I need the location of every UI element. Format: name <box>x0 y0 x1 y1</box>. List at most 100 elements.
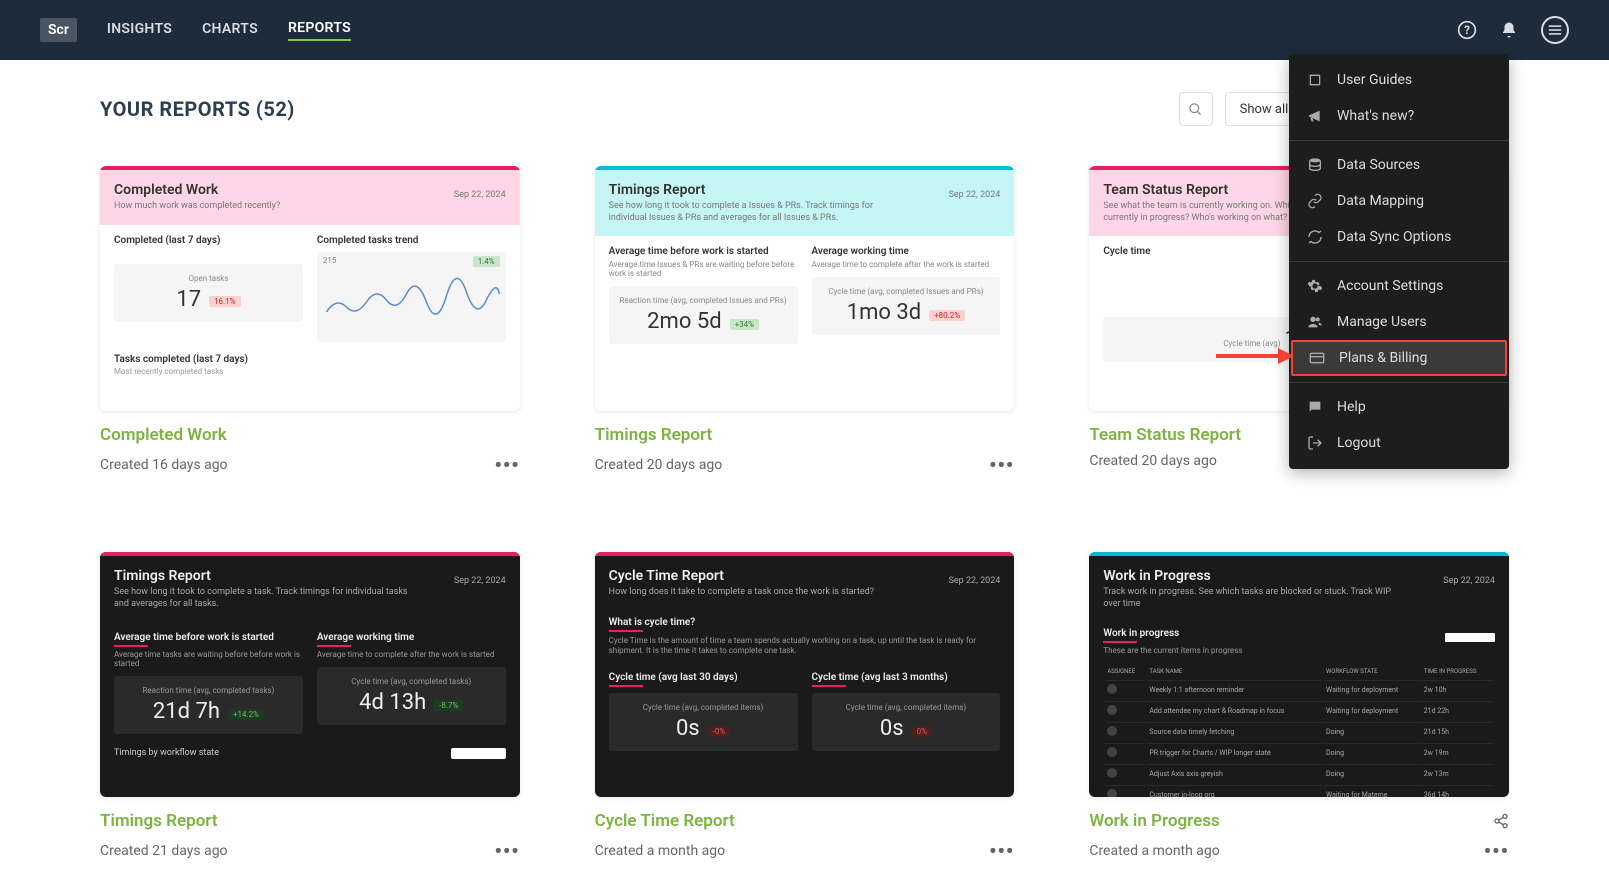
menu-label: Account Settings <box>1337 278 1443 294</box>
menu-label: Data Sources <box>1337 157 1420 173</box>
menu-label: Data Mapping <box>1337 193 1424 209</box>
main-dropdown-menu: User Guides What's new? Data Sources Dat… <box>1289 54 1509 469</box>
report-title: Cycle Time Report <box>595 811 1015 831</box>
menu-manage-users[interactable]: Manage Users <box>1289 304 1509 340</box>
header-right: ? <box>1457 16 1569 44</box>
app-header: Scr INSIGHTS CHARTS REPORTS ? <box>0 0 1609 60</box>
report-meta: Created a month ago <box>595 843 725 859</box>
report-card-wip[interactable]: Work in Progress Track work in progress.… <box>1089 552 1509 863</box>
preview-section-title: Average time before work is started <box>609 246 798 257</box>
preview-section-title: Average working time <box>812 246 1001 257</box>
header-left: Scr INSIGHTS CHARTS REPORTS <box>40 18 351 42</box>
share-icon[interactable] <box>1493 813 1509 829</box>
preview-box-label: Cycle time (avg, completed items) <box>820 703 993 712</box>
menu-plans-billing[interactable]: Plans & Billing <box>1291 340 1507 376</box>
preview-box-label: Cycle time (avg, completed tasks) <box>325 677 498 686</box>
menu-label: Help <box>1337 399 1366 415</box>
menu-logout[interactable]: Logout <box>1289 425 1509 461</box>
preview-box-value: 2mo 5d <box>647 309 721 334</box>
preview-section-title: Completed (last 7 days) <box>114 235 303 246</box>
more-button[interactable]: ••• <box>494 453 519 477</box>
report-card-timings-dark[interactable]: Timings Report See how long it took to c… <box>100 552 520 863</box>
preview-badge: 0% <box>912 726 932 737</box>
col-task: TASK NAME <box>1147 665 1322 678</box>
page-title: YOUR REPORTS (52) <box>100 97 295 121</box>
nav-insights[interactable]: INSIGHTS <box>107 21 172 40</box>
wip-section-title: Work in progress <box>1103 628 1179 643</box>
svg-text:?: ? <box>1464 23 1470 37</box>
preview-section-sub: Average time Issues & PRs are waiting be… <box>609 260 798 278</box>
menu-help[interactable]: Help <box>1289 389 1509 425</box>
preview-header: Timings Report See how long it took to c… <box>595 170 1015 236</box>
link-icon <box>1307 193 1323 209</box>
logout-icon <box>1307 435 1323 451</box>
preview-subtitle: How long does it take to complete a task… <box>609 587 903 599</box>
menu-data-sources[interactable]: Data Sources <box>1289 147 1509 183</box>
preview-box-label: Reaction time (avg, completed tasks) <box>122 686 295 695</box>
report-meta: Created 16 days ago <box>100 457 228 473</box>
nav-charts[interactable]: CHARTS <box>202 21 258 40</box>
report-card-timings-light[interactable]: Timings Report See how long it took to c… <box>595 166 1015 477</box>
preview-box-value: 17 <box>176 287 201 312</box>
menu-divider <box>1289 382 1509 383</box>
more-button[interactable]: ••• <box>989 839 1014 863</box>
menu-account-settings[interactable]: Account Settings <box>1289 268 1509 304</box>
menu-divider <box>1289 261 1509 262</box>
more-button[interactable]: ••• <box>1484 839 1509 863</box>
preview-section-title: Completed tasks trend <box>317 235 506 246</box>
more-button[interactable]: ••• <box>989 453 1014 477</box>
preview-box-value: 1mo 3d <box>847 300 921 325</box>
arrow-annotation <box>1214 346 1294 370</box>
preview-box-value: 4d 13h <box>359 690 426 715</box>
report-card-cycle-time[interactable]: Cycle Time Report How long does it take … <box>595 552 1015 863</box>
menu-label: What's new? <box>1337 108 1414 124</box>
report-title: Timings Report <box>595 425 1015 445</box>
preview-badge: +80.2% <box>929 310 965 321</box>
chart-value: 215 <box>323 256 337 265</box>
preview-date: Sep 22, 2024 <box>949 576 1001 586</box>
preview-footer: Timings by workflow state <box>114 748 219 759</box>
preview-title: Cycle Time Report <box>609 568 1001 584</box>
preview-box-label: Cycle time (avg, completed items) <box>617 703 790 712</box>
help-icon[interactable]: ? <box>1457 20 1477 40</box>
preview-badge: +14.2% <box>228 709 264 720</box>
preview-badge: +34% <box>730 319 759 330</box>
col-assignee: ASSIGNEE <box>1105 665 1145 678</box>
menu-label: User Guides <box>1337 72 1412 88</box>
preview-box-label: Open tasks <box>122 274 295 283</box>
report-preview: Timings Report See how long it took to c… <box>595 166 1015 411</box>
more-button[interactable]: ••• <box>494 839 519 863</box>
preview-title: Timings Report <box>114 568 506 584</box>
hamburger-button[interactable] <box>1541 16 1569 44</box>
table-row: Source data timely fetchingDoing21d 15h <box>1105 722 1493 741</box>
logo: Scr <box>40 18 77 42</box>
book-icon <box>1307 72 1323 88</box>
preview-header: Cycle Time Report How long does it take … <box>595 556 1015 611</box>
menu-label: Data Sync Options <box>1337 229 1451 245</box>
menu-data-sync[interactable]: Data Sync Options <box>1289 219 1509 255</box>
menu-label: Manage Users <box>1337 314 1427 330</box>
database-icon <box>1307 157 1323 173</box>
report-preview: Completed Work How much work was complet… <box>100 166 520 411</box>
preview-subtitle: See how long it took to complete a task.… <box>114 587 408 610</box>
report-card-completed-work[interactable]: Completed Work How much work was complet… <box>100 166 520 477</box>
menu-data-mapping[interactable]: Data Mapping <box>1289 183 1509 219</box>
nav-reports[interactable]: REPORTS <box>288 20 351 41</box>
report-preview: Cycle Time Report How long does it take … <box>595 552 1015 797</box>
table-row: PR trigger for Charts / WIP longer state… <box>1105 743 1493 762</box>
bell-icon[interactable] <box>1499 20 1519 40</box>
menu-user-guides[interactable]: User Guides <box>1289 62 1509 98</box>
preview-section-title: Average working time <box>317 632 506 647</box>
search-button[interactable] <box>1179 92 1213 126</box>
credit-card-icon <box>1309 350 1325 366</box>
preview-badge: 16.1% <box>209 296 240 307</box>
menu-whats-new[interactable]: What's new? <box>1289 98 1509 134</box>
gear-icon <box>1307 278 1323 294</box>
preview-header: Timings Report See how long it took to c… <box>100 556 520 622</box>
cycle-question: What is cycle time? <box>609 617 1001 632</box>
table-row: Customer in-loop orgWaiting for Mateme36… <box>1105 785 1493 797</box>
report-title: Work in Progress <box>1089 811 1219 831</box>
report-title: Completed Work <box>100 425 520 445</box>
users-icon <box>1307 314 1323 330</box>
report-preview: Timings Report See how long it took to c… <box>100 552 520 797</box>
